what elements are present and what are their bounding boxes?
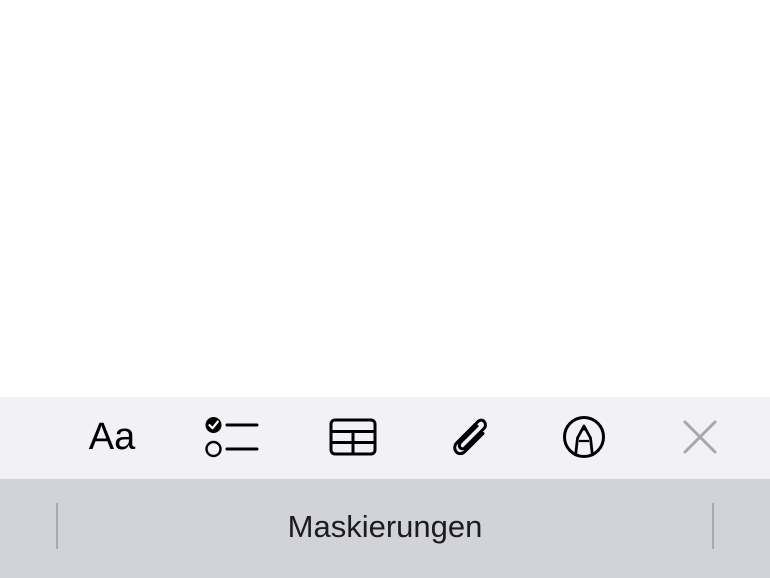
close-button[interactable]	[670, 411, 730, 463]
format-button[interactable]: Aa	[82, 411, 142, 463]
attachment-button[interactable]	[441, 411, 501, 463]
formatting-toolbar: Aa	[0, 397, 770, 479]
close-icon	[683, 420, 717, 454]
note-body-area[interactable]	[0, 0, 770, 397]
text-format-icon: Aa	[88, 416, 136, 458]
table-button[interactable]	[323, 411, 383, 463]
suggestion-divider-right	[712, 503, 714, 549]
pen-circle-icon	[563, 416, 605, 458]
markup-button[interactable]	[554, 411, 614, 463]
notes-editor-screen: Aa Maskierungen	[0, 0, 770, 578]
paperclip-icon	[453, 418, 487, 456]
checklist-button[interactable]	[203, 411, 263, 463]
table-icon	[329, 418, 377, 456]
keyboard-suggestion-bar: Maskierungen	[0, 479, 770, 578]
suggestion-word[interactable]: Maskierungen	[58, 505, 712, 549]
checklist-icon	[205, 417, 259, 458]
